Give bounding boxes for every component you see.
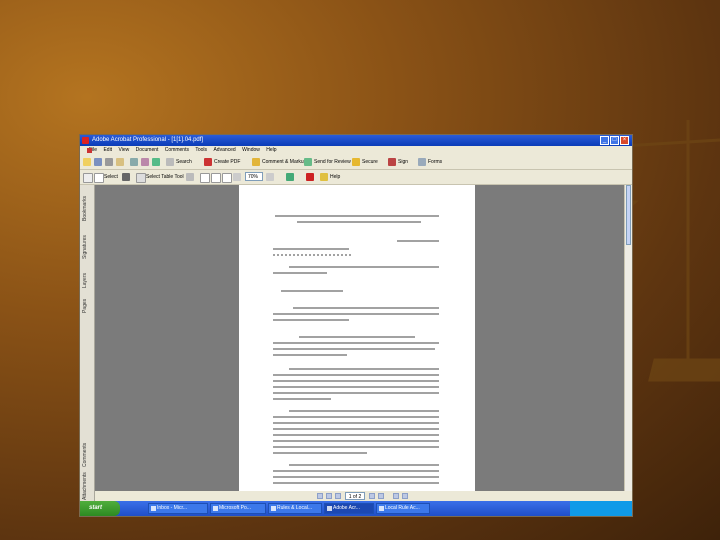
zoom-in-icon[interactable]	[266, 173, 274, 181]
acrobat-app-icon	[82, 137, 89, 144]
menu-comments[interactable]: Comments	[165, 147, 189, 153]
start-button[interactable]: start	[80, 501, 120, 516]
next-page-button[interactable]	[369, 493, 375, 499]
menu-help[interactable]: Help	[266, 147, 276, 153]
vertical-scrollbar[interactable]	[624, 185, 632, 501]
tab-signatures[interactable]: Signatures	[82, 229, 92, 265]
print-icon[interactable]	[105, 158, 113, 166]
select-table-tool-button[interactable]: Select Table Tool	[146, 173, 184, 181]
document-page	[239, 185, 475, 501]
acrobat-window: Adobe Acrobat Professional - [1[1].04.pd…	[79, 134, 633, 517]
menu-advanced[interactable]: Advanced	[213, 147, 235, 153]
previous-view-button[interactable]	[335, 493, 341, 499]
system-tray	[570, 501, 632, 516]
search-button[interactable]: Search	[176, 158, 192, 166]
zoom-input[interactable]: 70%	[245, 172, 263, 181]
comment-markup-button[interactable]: Comment & Markup	[262, 158, 306, 166]
email-icon[interactable]	[116, 158, 124, 166]
help-icon[interactable]	[320, 173, 328, 181]
back-button[interactable]	[393, 493, 399, 499]
select-text-icon[interactable]	[94, 173, 104, 183]
rotate-icon[interactable]	[286, 173, 294, 181]
minimize-button[interactable]: _	[600, 136, 609, 145]
create-pdf-button[interactable]: Create PDF	[214, 158, 240, 166]
tab-comments[interactable]: Comments	[82, 441, 92, 469]
basic-tools-toolbar: Select Select Table Tool 70% Help	[80, 170, 632, 185]
scrollbar-thumb[interactable]	[626, 185, 631, 245]
taskbar-button-inbox[interactable]: Inbox - Micr...	[148, 503, 208, 514]
delete-icon[interactable]	[306, 173, 314, 181]
open-icon[interactable]	[83, 158, 91, 166]
last-page-button[interactable]	[378, 493, 384, 499]
menu-document[interactable]: Document	[136, 147, 159, 153]
page-text-lines	[273, 215, 439, 484]
pdf-icon[interactable]	[141, 158, 149, 166]
close-button[interactable]: ×	[620, 136, 629, 145]
taskbar-button-local-rule[interactable]: Local Rule Ac...	[376, 503, 430, 514]
navigation-panel: Bookmarks Signatures Layers Pages Commen…	[80, 185, 95, 501]
forms-icon[interactable]	[418, 158, 426, 166]
zoom-out-icon[interactable]	[233, 173, 241, 181]
word-icon	[271, 506, 276, 511]
document-pane	[95, 185, 632, 501]
tab-attachments[interactable]: Attachments	[82, 471, 92, 501]
sign-button[interactable]: Sign	[398, 158, 408, 166]
acrobat-icon	[327, 506, 332, 511]
page-navigation-bar: 1 of 2	[95, 491, 632, 501]
taskbar-button-powerpoint[interactable]: Microsoft Po...	[210, 503, 266, 514]
attach-icon[interactable]	[152, 158, 160, 166]
snapshot-icon[interactable]	[122, 173, 130, 181]
menu-view[interactable]: View	[118, 147, 129, 153]
select-button[interactable]: Select	[104, 173, 118, 181]
table-tool-icon[interactable]	[136, 173, 146, 183]
title-bar: Adobe Acrobat Professional - [1[1].04.pd…	[80, 135, 632, 146]
menu-edit[interactable]: Edit	[103, 147, 112, 153]
window-title: Adobe Acrobat Professional - [1[1].04.pd…	[92, 137, 204, 143]
tasks-toolbar: Search Create PDF Comment & Markup Send …	[80, 155, 632, 170]
outlook-icon	[151, 506, 156, 511]
zoom-icon[interactable]	[186, 173, 194, 181]
secure-button[interactable]: Secure	[362, 158, 378, 166]
save-icon[interactable]	[94, 158, 102, 166]
forms-button[interactable]: Forms	[428, 158, 442, 166]
search-icon[interactable]	[166, 158, 174, 166]
powerpoint-icon	[213, 506, 218, 511]
taskbar-button-rules[interactable]: Rules & Local...	[268, 503, 322, 514]
send-review-button[interactable]: Send for Review	[314, 158, 351, 166]
first-page-button[interactable]	[317, 493, 323, 499]
page-number-field[interactable]: 1 of 2	[345, 492, 365, 500]
tab-bookmarks[interactable]: Bookmarks	[82, 191, 92, 225]
actual-size-icon[interactable]	[200, 173, 210, 183]
document-menu-icon	[87, 148, 92, 153]
create-pdf-icon[interactable]	[204, 158, 212, 166]
menu-window[interactable]: Window	[242, 147, 260, 153]
maximize-button[interactable]: □	[610, 136, 619, 145]
hand-tool-icon[interactable]	[83, 173, 93, 183]
fit-width-icon[interactable]	[222, 173, 232, 183]
organizer-icon[interactable]	[130, 158, 138, 166]
fit-page-icon[interactable]	[211, 173, 221, 183]
previous-page-button[interactable]	[326, 493, 332, 499]
help-button[interactable]: Help	[330, 173, 340, 181]
taskbar-button-acrobat[interactable]: Adobe Acr...	[324, 503, 374, 514]
forward-button[interactable]	[402, 493, 408, 499]
lock-icon[interactable]	[352, 158, 360, 166]
pen-icon[interactable]	[388, 158, 396, 166]
tab-layers[interactable]: Layers	[82, 269, 92, 291]
send-review-icon[interactable]	[304, 158, 312, 166]
menu-bar: File Edit View Document Comments Tools A…	[80, 146, 632, 155]
menu-tools[interactable]: Tools	[195, 147, 207, 153]
comment-icon[interactable]	[252, 158, 260, 166]
tab-pages[interactable]: Pages	[82, 295, 92, 317]
browser-icon	[379, 506, 384, 511]
windows-taskbar: start Inbox - Micr... Microsoft Po... Ru…	[80, 501, 632, 516]
